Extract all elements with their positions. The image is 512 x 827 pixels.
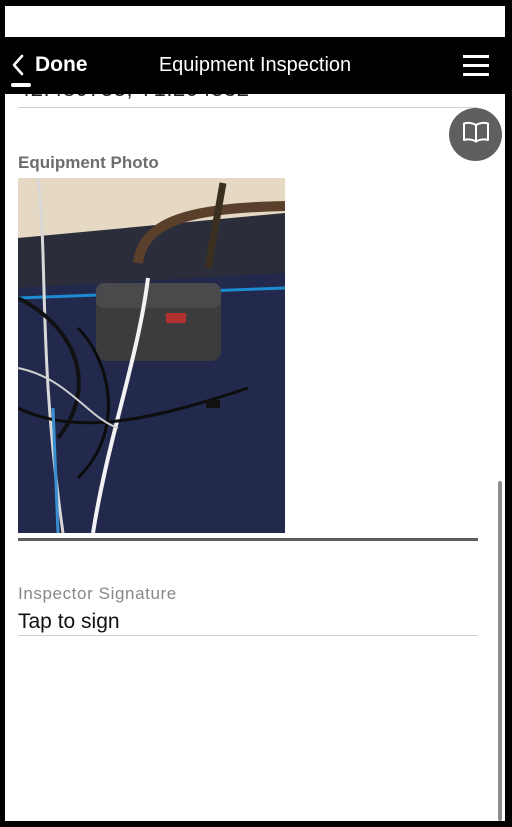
signature-field-underline: [18, 635, 478, 636]
open-book-icon: [461, 120, 491, 149]
reference-book-button[interactable]: [449, 108, 502, 161]
location-field[interactable]: 42.480755,-71.204532: [18, 94, 249, 102]
hamburger-menu-icon[interactable]: [463, 55, 489, 77]
photo-field-divider: [18, 538, 478, 541]
location-field-underline: [18, 107, 478, 108]
signature-field[interactable]: Tap to sign: [18, 610, 120, 634]
equipment-photo[interactable]: [18, 178, 285, 533]
done-focus-indicator: [11, 83, 31, 87]
status-bar: [5, 6, 505, 37]
inspector-signature-label: Inspector Signature: [18, 584, 177, 603]
page-title: Equipment Inspection: [158, 54, 352, 76]
form-content[interactable]: 42.480755,-71.204532 Equipment Photo: [5, 94, 505, 821]
scrollbar[interactable]: [498, 481, 502, 821]
app-screen: Done Equipment Inspection 42.480755,-71.…: [5, 6, 505, 821]
navigation-bar: Done Equipment Inspection: [5, 37, 505, 94]
equipment-photo-label: Equipment Photo: [18, 153, 159, 172]
